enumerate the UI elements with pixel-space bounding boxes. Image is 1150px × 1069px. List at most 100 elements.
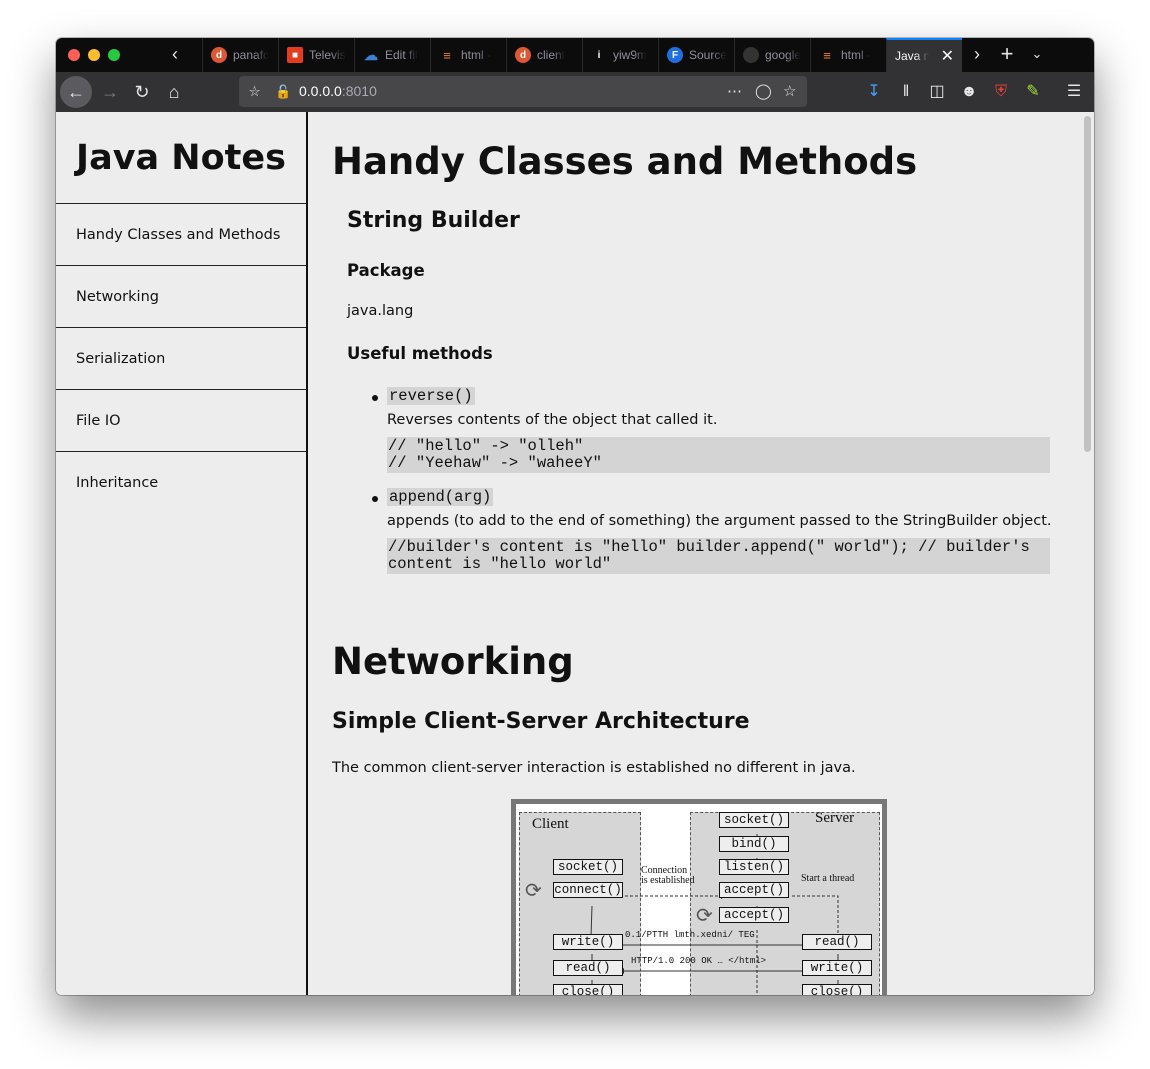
server-read-box: read(): [802, 934, 872, 950]
tab-title: client: [537, 48, 566, 62]
account-icon[interactable]: ☻: [954, 76, 984, 108]
f-icon: F: [667, 47, 683, 63]
url-text[interactable]: 0.0.0.0:8010: [299, 76, 377, 107]
stackoverflow-icon: ≡: [443, 47, 451, 63]
sidebar-item-file-io[interactable]: File IO: [56, 390, 306, 452]
back-button[interactable]: ←: [60, 76, 92, 108]
server-close-box: close(): [802, 984, 872, 995]
request-message: 0.1/PTTH lmth.xedni/ TEG: [625, 930, 755, 940]
tab-active[interactable]: Java no ✕: [886, 38, 962, 72]
loop-icon: ⟳: [696, 905, 713, 927]
client-label: Client: [532, 816, 569, 832]
tv-icon: ■: [287, 47, 303, 63]
tab-5[interactable]: d client: [506, 38, 584, 72]
tab-title: Televis: [309, 48, 346, 62]
nav-toolbar: ← → ↻ ⌂ ⛥ 🔓 0.0.0.0:8010 ⋯ ◯ ☆ ↧ ‖ ◫ ☻ ⛨…: [56, 72, 1094, 112]
list-bullet: [372, 395, 378, 401]
client-server-diagram: Client Server socket() connect() write()…: [511, 799, 887, 995]
minimize-window-button[interactable]: [88, 49, 100, 61]
stackoverflow-icon: ≡: [823, 47, 831, 63]
code-block-reverse: // "hello" -> "olleh"// "Yeehaw" -> "wah…: [387, 437, 1050, 473]
tab-title: Source: [689, 48, 728, 62]
tab-title: html -: [461, 48, 491, 62]
tab-2[interactable]: ■ Televis: [278, 38, 356, 72]
server-socket-box: socket(): [719, 812, 789, 828]
tab-title: html -: [841, 48, 871, 62]
tab-title: Java no: [895, 49, 929, 63]
extension-pen-icon[interactable]: ✎: [1018, 76, 1048, 108]
tab-6[interactable]: i yiw9m: [582, 38, 660, 72]
method-reverse-desc: Reverses contents of the object that cal…: [387, 412, 718, 428]
server-write-box: write(): [802, 960, 872, 976]
tab-9[interactable]: ≡ html -: [810, 38, 888, 72]
forward-button[interactable]: →: [94, 76, 126, 108]
code-line: content is "hello world": [388, 555, 612, 573]
tab-4[interactable]: ≡ html -: [430, 38, 508, 72]
github-icon: [743, 47, 759, 63]
bookmark-star-icon[interactable]: ☆: [783, 76, 796, 107]
sidebar-item-networking[interactable]: Networking: [56, 266, 306, 328]
reload-button[interactable]: ↻: [126, 76, 158, 108]
code-line: // "hello" -> "olleh": [388, 437, 584, 455]
tab-7[interactable]: F Source: [658, 38, 736, 72]
section-title-networking: Networking: [332, 640, 574, 683]
code-block-append: //builder's content is "hello" builder.a…: [387, 538, 1050, 574]
page-scrollbar[interactable]: [1080, 112, 1094, 995]
server-label: Server: [815, 810, 855, 826]
client-close-box: close(): [553, 984, 623, 995]
sidebar-item-serialization[interactable]: Serialization: [56, 328, 306, 390]
main-content: Handy Classes and Methods String Builder…: [310, 112, 1080, 995]
tab-list-button[interactable]: ⌄: [1022, 38, 1052, 72]
downloads-icon[interactable]: ↧: [859, 76, 889, 108]
tabs-scroll-right-button[interactable]: ›: [962, 38, 992, 72]
close-window-button[interactable]: [68, 49, 80, 61]
sidebar-icon[interactable]: ◫: [922, 76, 952, 108]
scrollbar-thumb[interactable]: [1084, 116, 1091, 452]
package-name: java.lang: [347, 303, 414, 319]
client-socket-box: socket(): [553, 859, 623, 875]
page-actions-icon[interactable]: ⋯: [727, 76, 742, 107]
sidebar-item-inheritance[interactable]: Inheritance: [56, 452, 306, 514]
connection-note-line2: is established: [641, 875, 695, 886]
tab-3[interactable]: ☁ Edit fil: [354, 38, 432, 72]
library-icon[interactable]: ‖: [891, 76, 921, 108]
loop-icon: ⟳: [525, 880, 542, 902]
tab-1[interactable]: d panafc: [202, 38, 280, 72]
extension-shield-icon[interactable]: ⛨: [986, 76, 1016, 108]
insecure-lock-icon[interactable]: 🔓: [275, 76, 291, 107]
method-append-desc: appends (to add to the end of something)…: [387, 513, 1052, 529]
sidebar-item-handy-classes[interactable]: Handy Classes and Methods: [56, 204, 306, 266]
duckduckgo-icon: d: [515, 47, 531, 63]
server-listen-box: listen(): [719, 859, 789, 875]
home-button[interactable]: ⌂: [158, 76, 190, 108]
subheading-client-server: Simple Client-Server Architecture: [332, 709, 750, 734]
pocket-icon[interactable]: ◯: [755, 76, 772, 107]
address-bar[interactable]: ⛥ 🔓 0.0.0.0:8010 ⋯ ◯ ☆: [239, 76, 807, 107]
tab-strip: ‹ d panafc ■ Televis ☁ Edit fil ≡ html -…: [56, 38, 1094, 72]
zoom-window-button[interactable]: [108, 49, 120, 61]
tab-title: yiw9m: [613, 48, 648, 62]
browser-window: ‹ d panafc ■ Televis ☁ Edit fil ≡ html -…: [56, 38, 1094, 995]
subheading-string-builder: String Builder: [347, 208, 520, 233]
heading-useful-methods: Useful methods: [347, 344, 493, 363]
list-bullet: [372, 496, 378, 502]
tab-title: Edit fil: [385, 48, 418, 62]
response-message: HTTP/1.0 200 OK … </html>: [631, 956, 767, 966]
method-reverse: reverse(): [387, 387, 475, 405]
duckduckgo-icon: d: [211, 47, 227, 63]
close-tab-icon[interactable]: ✕: [941, 46, 954, 66]
shield-icon[interactable]: ⛥: [249, 76, 260, 107]
url-host: 0.0.0.0: [299, 83, 342, 99]
url-port: :8010: [341, 83, 377, 99]
networking-intro: The common client-server interaction is …: [332, 760, 856, 776]
server-accept-box: accept(): [719, 882, 789, 898]
menu-icon[interactable]: ☰: [1059, 76, 1089, 108]
code-line: //builder's content is "hello" builder.a…: [388, 538, 1030, 556]
server-bind-box: bind(): [719, 836, 789, 852]
tabs-scroll-left-button[interactable]: ‹: [160, 38, 190, 72]
client-read-box: read(): [553, 960, 623, 976]
new-tab-button[interactable]: +: [992, 38, 1022, 72]
sidebar: Java Notes Handy Classes and Methods Net…: [56, 112, 308, 995]
tab-8[interactable]: google: [734, 38, 812, 72]
site-title: Java Notes: [56, 112, 306, 204]
